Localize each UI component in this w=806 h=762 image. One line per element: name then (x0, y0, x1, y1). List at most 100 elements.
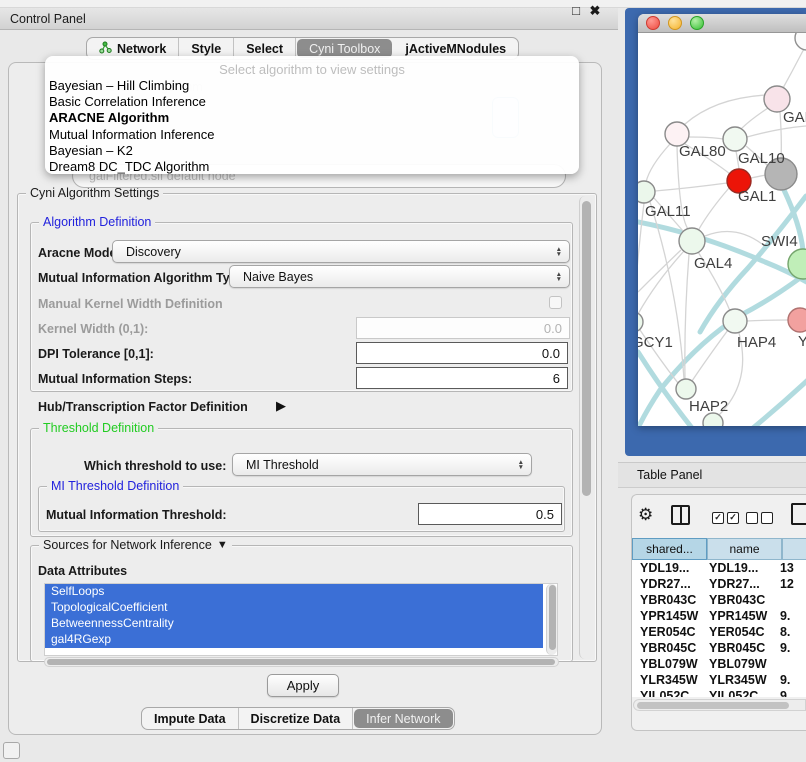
zoom-window-icon[interactable] (690, 16, 704, 30)
minimize-window-icon[interactable] (668, 16, 682, 30)
threshold-definition-legend: Threshold Definition (39, 421, 158, 435)
settings-scrollbar-thumb[interactable] (582, 201, 591, 496)
attributes-hscrollbar-thumb[interactable] (47, 659, 555, 665)
network-node-label: GAL80 (679, 143, 726, 160)
algorithm-option[interactable]: ARACNE Algorithm (47, 110, 579, 126)
table-cell: YBR043C (632, 592, 707, 608)
table-row[interactable]: YBL079WYBL079W (632, 656, 806, 672)
table-hscrollbar[interactable] (633, 699, 806, 711)
algorithm-option[interactable]: Dream8 DC_TDC Algorithm (47, 159, 579, 174)
network-window-titlebar (638, 14, 806, 33)
application-window: Control Panel □ ✖ Network Style Select C… (0, 0, 806, 762)
network-node-label: SWI4 (761, 233, 798, 250)
deselect-all-rows-icon[interactable] (746, 512, 773, 524)
tab-impute-data[interactable]: Impute Data (142, 708, 239, 729)
new-table-icon[interactable] (791, 503, 806, 525)
table-cell: 13 (776, 560, 806, 576)
close-panel-icon[interactable]: ✖ (587, 3, 603, 19)
tab-discretize-data-label: Discretize Data (251, 712, 341, 726)
network-node-label: HAP4 (737, 334, 776, 351)
table-row[interactable]: YER054CYER054C8. (632, 624, 806, 640)
dpi-tolerance-value: 0.0 (542, 346, 560, 361)
network-node[interactable] (638, 181, 655, 203)
combo-arrows-icon: ▲▼ (518, 460, 524, 470)
table-body[interactable]: YDL19...YDL19...13YDR27...YDR27...12YBR0… (632, 560, 806, 697)
apply-button-label: Apply (287, 678, 320, 693)
hub-expand-arrow-icon[interactable]: ▶ (276, 398, 286, 414)
network-node[interactable] (795, 33, 806, 50)
apply-button[interactable]: Apply (267, 674, 339, 697)
network-canvas[interactable]: GALGAL80GAL10GAL1GAL11GAL4SWI4GCY1HAP4YH… (638, 33, 806, 426)
mi-threshold-field[interactable]: 0.5 (418, 503, 562, 525)
select-all-rows-icon[interactable]: ✓✓ (712, 512, 739, 524)
attributes-scrollbar-thumb[interactable] (549, 585, 556, 650)
table-row[interactable]: YLR345WYLR345W9. (632, 672, 806, 688)
table-row[interactable]: YDR27...YDR27...12 (632, 576, 806, 592)
data-attribute-item[interactable]: TopologicalCoefficient (45, 600, 543, 616)
network-node-labels: GALGAL80GAL10GAL1GAL11GAL4SWI4GCY1HAP4YH… (638, 109, 806, 415)
gear-icon[interactable]: ⚙ (638, 505, 653, 525)
mi-type-value: Naive Bayes (243, 270, 313, 284)
table-hscrollbar-thumb[interactable] (637, 702, 789, 709)
data-attribute-item[interactable]: SelfLoops (45, 584, 543, 600)
which-threshold-combo[interactable]: MI Threshold ▲▼ (232, 453, 532, 476)
network-node[interactable] (788, 308, 806, 332)
float-panel-icon[interactable]: □ (568, 3, 584, 18)
network-node[interactable] (638, 312, 643, 332)
mi-steps-field[interactable]: 6 (356, 367, 568, 389)
table-row[interactable]: YBR045CYBR045C9. (632, 640, 806, 656)
table-row[interactable]: YPR145WYPR145W9. (632, 608, 806, 624)
mi-threshold-label: Mutual Information Threshold: (46, 508, 227, 522)
mi-type-combo[interactable]: Naive Bayes ▲▼ (229, 265, 570, 288)
table-cell: 9. (776, 608, 806, 624)
data-attribute-item[interactable]: gal4RGexp (45, 632, 543, 648)
table-cell: YDR27... (707, 576, 776, 592)
tab-discretize-data[interactable]: Discretize Data (239, 708, 354, 729)
attributes-hscrollbar[interactable] (44, 657, 559, 667)
select-columns-icon[interactable] (671, 505, 690, 525)
dpi-tolerance-field[interactable]: 0.0 (356, 342, 568, 364)
table-cell: YIL052C (632, 688, 707, 697)
attributes-scrollbar[interactable] (546, 584, 557, 655)
close-window-icon[interactable] (646, 16, 660, 30)
tab-jactivemnodules-label: jActiveMNodules (405, 42, 506, 56)
table-row[interactable]: YBR043CYBR043C (632, 592, 806, 608)
network-node[interactable] (723, 309, 747, 333)
tab-infer-network[interactable]: Infer Network (354, 709, 452, 728)
network-node[interactable] (676, 379, 696, 399)
restore-panel-icon[interactable] (3, 742, 20, 759)
network-node[interactable] (723, 127, 747, 151)
kernel-width-value: 0.0 (544, 321, 562, 336)
thick-edges (638, 190, 806, 426)
data-attributes-list[interactable]: SelfLoopsTopologicalCoefficientBetweenne… (44, 583, 558, 656)
data-attribute-item[interactable]: BetweennessCentrality (45, 616, 543, 632)
algorithm-option[interactable]: Basic Correlation Inference (47, 94, 579, 110)
kernel-width-field[interactable]: 0.0 (356, 317, 570, 339)
network-window: GALGAL80GAL10GAL1GAL11GAL4SWI4GCY1HAP4YH… (638, 14, 806, 426)
table-row[interactable]: YIL052CYIL052C9 (632, 688, 806, 697)
mi-threshold-value: 0.5 (536, 507, 554, 522)
network-node-label: Y (798, 333, 806, 350)
column-header-shared-name[interactable]: shared... (632, 538, 707, 560)
table-cell: YPR145W (632, 608, 707, 624)
sources-legend-text: Sources for Network Inference (43, 538, 212, 552)
hub-definition-label: Hub/Transcription Factor Definition (38, 400, 248, 414)
algorithm-option[interactable]: Bayesian – Hill Climbing (47, 78, 579, 94)
aracne-mode-combo[interactable]: Discovery ▲▼ (112, 240, 570, 263)
kernel-width-label: Kernel Width (0,1): (38, 322, 148, 336)
manual-kernel-checkbox[interactable] (549, 296, 562, 309)
column-header-name[interactable]: name (707, 538, 782, 560)
table-cell: YDL19... (707, 560, 776, 576)
which-threshold-label: Which threshold to use: (84, 459, 226, 473)
column-header-cut[interactable] (782, 538, 806, 560)
table-row[interactable]: YDL19...YDL19...13 (632, 560, 806, 576)
network-node[interactable] (679, 228, 705, 254)
algorithm-option[interactable]: Bayesian – K2 (47, 143, 579, 159)
table-cell: YBL079W (632, 656, 707, 672)
algorithm-option[interactable]: Mutual Information Inference (47, 127, 579, 143)
bottom-tabbar: Impute Data Discretize Data Infer Networ… (141, 707, 455, 730)
dropdown-placeholder: Select algorithm to view settings (45, 56, 579, 78)
settings-scrollbar[interactable] (579, 196, 593, 659)
table-cell: 9 (776, 688, 806, 697)
sources-collapse-arrow-icon[interactable]: ▼ (217, 539, 228, 551)
